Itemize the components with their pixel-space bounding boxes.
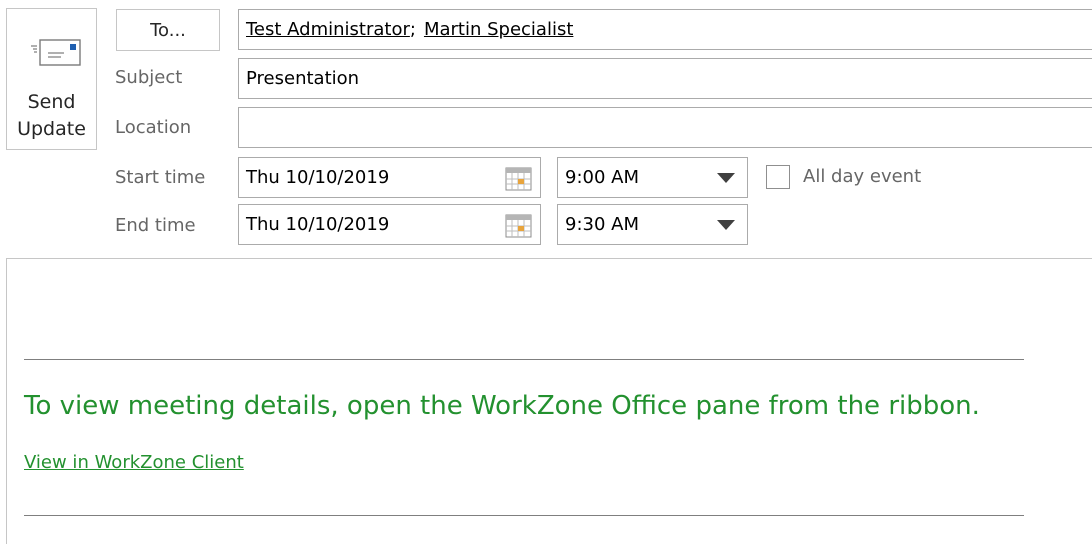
subject-label: Subject	[115, 67, 183, 88]
send-update-label: Send Update	[7, 89, 96, 143]
send-label-line1: Send	[27, 91, 76, 113]
end-time-value: 9:30 AM	[565, 214, 639, 235]
calendar-icon[interactable]	[505, 167, 532, 191]
location-label: Location	[115, 117, 192, 138]
view-in-workzone-link[interactable]: View in WorkZone Client	[24, 452, 244, 473]
chevron-down-icon[interactable]	[717, 173, 735, 183]
recipient-test-administrator[interactable]: Test Administrator	[246, 19, 410, 40]
calendar-icon[interactable]	[505, 214, 532, 238]
all-day-checkbox[interactable]	[766, 165, 790, 189]
chevron-down-icon[interactable]	[717, 220, 735, 230]
end-date-picker[interactable]: Thu 10/10/2019	[238, 204, 541, 245]
to-field[interactable]: Test Administrator ; Martin Specialist	[238, 9, 1092, 50]
end-time-select[interactable]: 9:30 AM	[557, 204, 748, 245]
location-input[interactable]	[238, 107, 1092, 148]
recipient-martin-specialist[interactable]: Martin Specialist	[424, 19, 573, 40]
envelope-icon	[31, 39, 81, 66]
start-date-value: Thu 10/10/2019	[246, 167, 390, 188]
start-date-picker[interactable]: Thu 10/10/2019	[238, 157, 541, 198]
send-update-button[interactable]: Send Update	[6, 8, 97, 150]
end-time-label: End time	[115, 215, 196, 236]
end-date-value: Thu 10/10/2019	[246, 214, 390, 235]
recipient-separator: ;	[409, 19, 416, 40]
divider-top	[24, 359, 1024, 360]
send-label-line2: Update	[17, 118, 86, 140]
start-time-select[interactable]: 9:00 AM	[557, 157, 748, 198]
start-time-value: 9:00 AM	[565, 167, 639, 188]
start-time-label: Start time	[115, 167, 206, 188]
meeting-details-message: To view meeting details, open the WorkZo…	[24, 391, 980, 421]
to-button[interactable]: To...	[116, 9, 220, 51]
divider-bottom	[24, 515, 1024, 516]
all-day-label: All day event	[803, 166, 922, 187]
subject-input[interactable]: Presentation	[238, 58, 1092, 99]
